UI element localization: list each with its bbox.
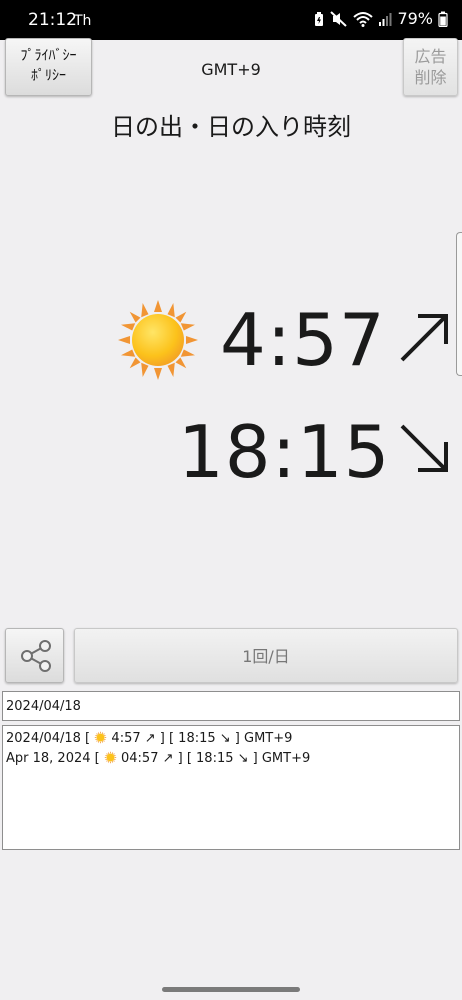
south-east-arrow-icon — [400, 424, 448, 472]
sun-icon — [94, 731, 107, 744]
status-icons: 79% — [313, 9, 448, 28]
sun-icon — [118, 300, 198, 380]
result-line-1-prefix: 2024/04/18 [ — [6, 731, 91, 746]
home-indicator[interactable] — [162, 987, 300, 992]
remove-ads-label-line1: 広告 — [414, 47, 447, 66]
sunset-time: 18:15 — [178, 410, 391, 494]
sunrise-time: 4:57 — [220, 298, 386, 382]
status-day: Th — [74, 13, 92, 29]
status-time: 21:12 — [28, 10, 77, 30]
remove-ads-label-line2: 削除 — [414, 68, 447, 87]
side-panel-handle[interactable] — [456, 232, 462, 376]
result-line-2: Apr 18, 2024 [ 04:57 ↗ ] [ 18:15 ↘ ] GMT… — [6, 749, 459, 769]
result-line-1-suffix: 4:57 ↗ ] [ 18:15 ↘ ] GMT+9 — [111, 731, 293, 746]
page-title: 日の出・日の入り時刻 — [111, 113, 351, 141]
result-line-1: 2024/04/18 [ 4:57 ↗ ] [ 18:15 ↘ ] GMT+9 — [6, 729, 459, 749]
result-line-2-suffix: 04:57 ↗ ] [ 18:15 ↘ ] GMT+9 — [121, 751, 311, 766]
date-input[interactable]: 2024/04/18 — [2, 691, 460, 721]
result-text-area[interactable]: 2024/04/18 [ 4:57 ↗ ] [ 18:15 ↘ ] GMT+9 … — [2, 725, 460, 850]
status-bar: 21:12 Th 79% — [0, 0, 462, 40]
frequency-button[interactable]: 1回/日 — [74, 628, 458, 683]
share-icon — [21, 640, 51, 672]
remove-ads-button[interactable]: 広告 削除 — [403, 38, 458, 96]
signal-icon — [379, 12, 392, 26]
share-button[interactable] — [5, 628, 64, 683]
result-line-2-prefix: Apr 18, 2024 [ — [6, 751, 100, 766]
sun-icon — [104, 751, 117, 764]
north-east-arrow-icon — [400, 314, 448, 362]
battery-percentage: 79% — [397, 9, 433, 28]
timezone-label: GMT+9 — [201, 60, 261, 79]
wifi-icon — [353, 11, 374, 27]
battery-saver-icon — [315, 11, 324, 26]
mute-icon — [330, 10, 348, 27]
battery-icon — [438, 11, 448, 27]
